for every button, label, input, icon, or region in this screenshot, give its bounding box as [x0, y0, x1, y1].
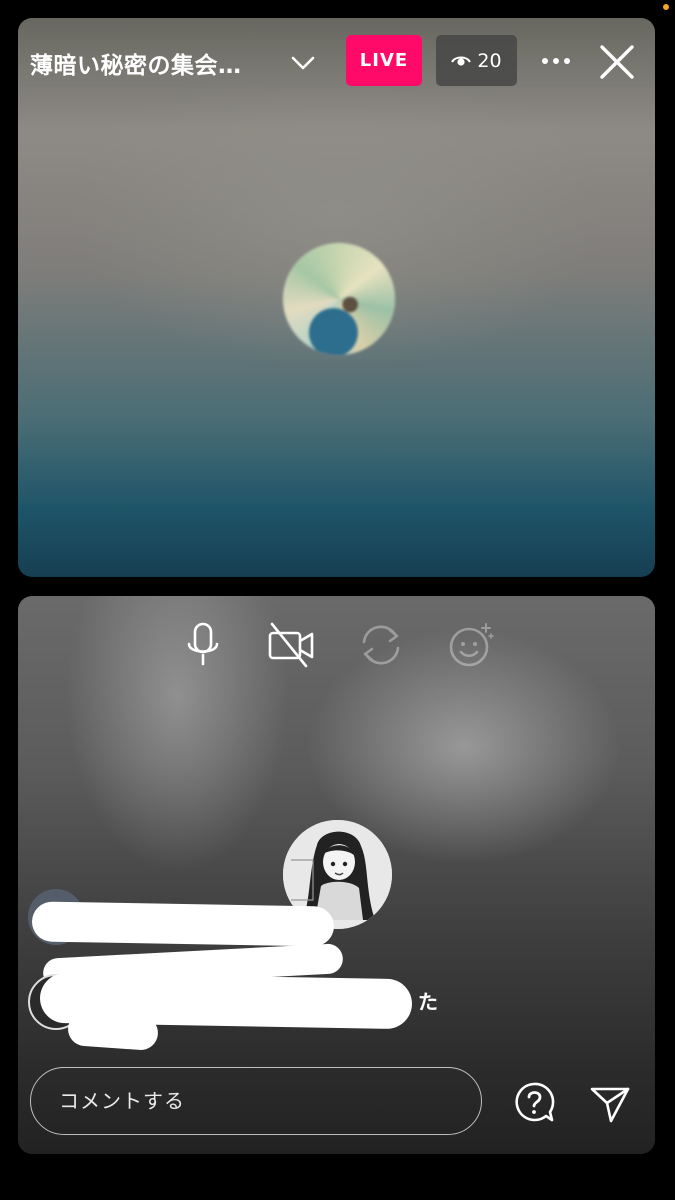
close-icon[interactable]	[598, 43, 636, 81]
comment-input[interactable]: コメントする	[30, 1067, 482, 1135]
face-effects-icon[interactable]	[446, 620, 496, 670]
viewer-count: 20	[477, 49, 502, 72]
status-indicator-dot	[663, 4, 669, 10]
guest-video-panel: た コメントする	[18, 596, 655, 1154]
eye-icon	[451, 56, 472, 66]
stream-title[interactable]: 薄暗い秘密の集会…	[30, 46, 275, 80]
host-video-panel: 薄暗い秘密の集会… LIVE 20	[18, 18, 655, 577]
microphone-icon[interactable]	[178, 620, 228, 670]
comment-text-fragment: た	[418, 990, 438, 1014]
redaction-mark	[66, 1010, 160, 1052]
host-avatar[interactable]	[283, 243, 395, 355]
camera-flip-icon[interactable]	[356, 620, 406, 670]
viewer-count-badge[interactable]: 20	[436, 35, 517, 86]
live-badge: LIVE	[346, 35, 422, 86]
question-icon[interactable]	[513, 1081, 555, 1123]
live-header: 薄暗い秘密の集会… LIVE 20	[18, 18, 655, 108]
call-controls	[178, 620, 508, 672]
redaction-mark	[31, 901, 335, 947]
chevron-down-icon[interactable]	[288, 48, 318, 78]
video-off-icon[interactable]	[266, 620, 316, 670]
more-options-icon[interactable]	[538, 46, 574, 76]
send-icon[interactable]	[588, 1081, 632, 1125]
